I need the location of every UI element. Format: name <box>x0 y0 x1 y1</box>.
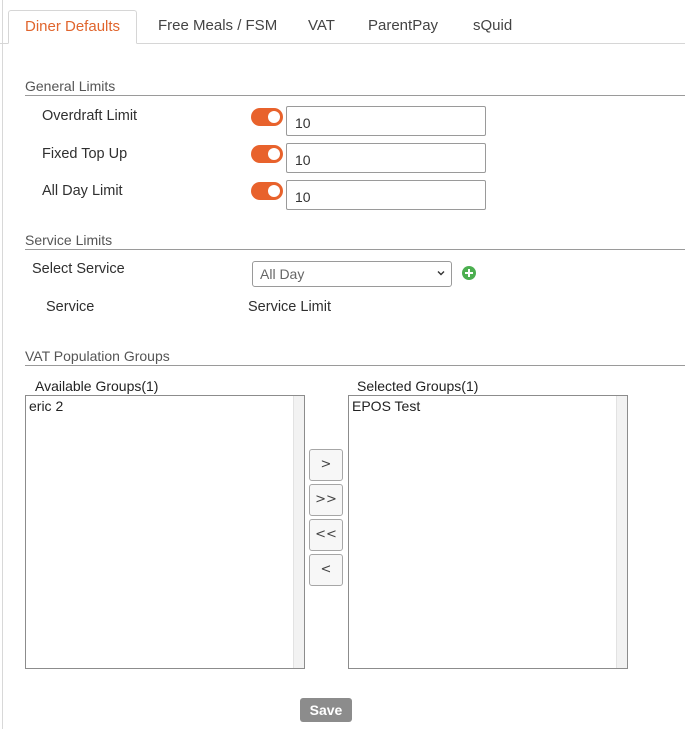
service-limits-heading: Service Limits <box>25 232 113 248</box>
scrollbar[interactable] <box>616 396 627 668</box>
move-all-left-button[interactable]: << <box>309 519 343 551</box>
tab-free-meals-fsm[interactable]: Free Meals / FSM <box>142 10 293 42</box>
service-column-header: Service <box>46 299 95 315</box>
fixed-top-up-input[interactable]: 10 <box>286 143 486 173</box>
list-item[interactable]: eric 2 <box>26 396 304 416</box>
save-button[interactable]: Save <box>300 698 352 722</box>
fixed-top-up-label: Fixed Top Up <box>42 146 128 162</box>
divider <box>25 365 685 366</box>
scrollbar[interactable] <box>293 396 304 668</box>
selected-groups-list[interactable]: EPOS Test <box>348 395 628 669</box>
select-service-label: Select Service <box>32 261 125 277</box>
move-selected-right-button[interactable]: > <box>309 449 343 481</box>
all-day-limit-toggle[interactable] <box>251 182 283 200</box>
tab-vat[interactable]: VAT <box>292 10 351 42</box>
tab-bar: Diner Defaults Free Meals / FSM VAT Pare… <box>0 0 685 44</box>
service-limit-column-header: Service Limit <box>248 299 331 315</box>
tab-parentpay[interactable]: ParentPay <box>352 10 454 42</box>
move-selected-left-button[interactable]: < <box>309 554 343 586</box>
available-groups-label: Available Groups(1) <box>35 378 159 394</box>
fixed-top-up-toggle[interactable] <box>251 145 283 163</box>
list-item[interactable]: EPOS Test <box>349 396 627 416</box>
tab-squid[interactable]: sQuid <box>457 10 528 42</box>
service-select[interactable]: All Day <box>252 261 452 287</box>
all-day-limit-label: All Day Limit <box>42 183 123 199</box>
all-day-limit-input[interactable]: 10 <box>286 180 486 210</box>
move-all-right-button[interactable]: >> <box>309 484 343 516</box>
tab-diner-defaults[interactable]: Diner Defaults <box>8 10 138 44</box>
service-select-value: All Day <box>260 266 305 282</box>
overdraft-limit-input[interactable]: 10 <box>286 106 486 136</box>
divider <box>25 95 685 96</box>
available-groups-list[interactable]: eric 2 <box>25 395 305 669</box>
vat-population-groups-heading: VAT Population Groups <box>25 348 170 364</box>
divider <box>25 249 685 250</box>
chevron-down-icon <box>437 271 445 276</box>
general-limits-heading: General Limits <box>25 78 116 94</box>
overdraft-limit-toggle[interactable] <box>251 108 283 126</box>
overdraft-limit-label: Overdraft Limit <box>42 108 138 124</box>
add-service-icon[interactable] <box>462 266 476 280</box>
selected-groups-label: Selected Groups(1) <box>357 378 479 394</box>
